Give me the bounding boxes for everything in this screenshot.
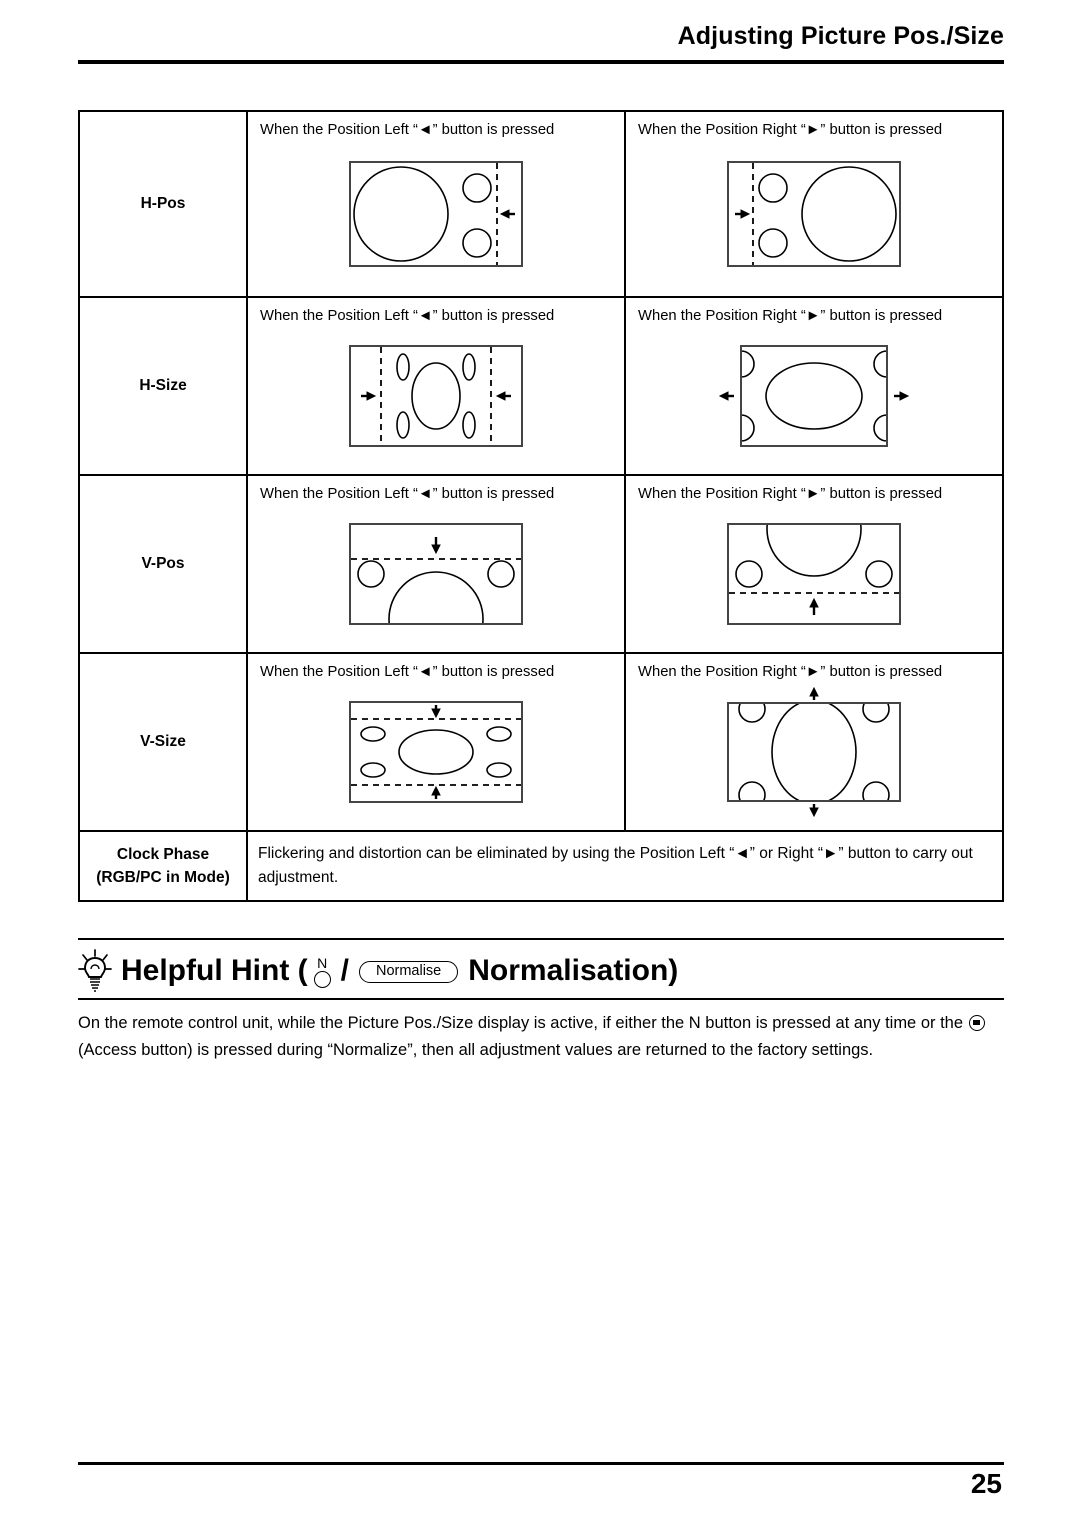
figure-h-size-left	[254, 326, 618, 466]
figure-h-pos-left	[254, 140, 618, 288]
page-header: Adjusting Picture Pos./Size	[78, 22, 1004, 68]
n-button-letter: N	[317, 955, 328, 971]
hint-body-part1: On the remote control unit, while the Pi…	[78, 1014, 968, 1032]
diagram-h-size-left	[349, 344, 523, 447]
table-row-v-pos: V-Pos When the Position Left “◄” button …	[80, 476, 1002, 654]
cell-h-pos-right: When the Position Right “►” button is pr…	[626, 112, 1002, 296]
cell-h-size-right: When the Position Right “►” button is pr…	[626, 298, 1002, 474]
cell-v-pos-right: When the Position Right “►” button is pr…	[626, 476, 1002, 652]
diagram-v-size-right	[727, 686, 901, 817]
hint-title-suffix: Normalisation)	[468, 954, 679, 987]
hint-title-prefix: Helpful Hint (	[121, 954, 308, 987]
hint-divider-top	[78, 938, 1004, 940]
table-row-v-size: V-Size When the Position Left “◄” button…	[80, 654, 1002, 832]
footer-divider	[78, 1462, 1004, 1465]
diagram-h-size-right	[718, 344, 910, 447]
cell-h-pos-left: When the Position Left “◄” button is pre…	[248, 112, 626, 296]
clock-phase-label-line1: Clock Phase	[116, 845, 210, 863]
manual-page: Adjusting Picture Pos./Size H-Pos When t…	[0, 0, 1080, 1528]
table-row-h-size: H-Size When the Position Left “◄” button…	[80, 298, 1002, 476]
figure-v-size-right	[632, 682, 996, 822]
lightbulb-icon	[78, 949, 112, 992]
row-label-h-size: H-Size	[80, 298, 248, 474]
diagram-h-pos-right	[727, 160, 901, 267]
normalise-pill-button: Normalise	[358, 960, 459, 984]
row-label-v-size: V-Size	[80, 654, 248, 830]
figure-v-size-left	[254, 682, 618, 822]
hint-body-part2: (Access button) is pressed during “Norma…	[78, 1040, 874, 1059]
table-row-h-pos: H-Pos When the Position Left “◄” button …	[80, 112, 1002, 298]
figure-h-size-right	[632, 326, 996, 466]
access-button-icon	[968, 1015, 985, 1031]
hint-separator: /	[340, 954, 349, 987]
diagram-v-pos-left	[349, 522, 523, 625]
picture-pos-size-table: H-Pos When the Position Left “◄” button …	[78, 110, 1004, 903]
caption-h-pos-right: When the Position Right “►” button is pr…	[638, 122, 943, 138]
caption-h-size-left: When the Position Left “◄” button is pre…	[260, 308, 555, 324]
diagram-h-pos-left	[349, 160, 523, 267]
header-divider	[78, 60, 1004, 64]
row-label-text: V-Size	[140, 732, 186, 750]
normalise-n-button-icon: N	[313, 955, 331, 988]
caption-h-pos-left: When the Position Left “◄” button is pre…	[260, 122, 555, 138]
cell-v-size-left: When the Position Left “◄” button is pre…	[248, 654, 626, 830]
figure-v-pos-right	[632, 504, 996, 644]
hint-divider-bottom	[78, 998, 1004, 1000]
diagram-v-size-left	[349, 700, 523, 803]
row-label-v-pos: V-Pos	[80, 476, 248, 652]
caption-v-pos-right: When the Position Right “►” button is pr…	[638, 486, 943, 502]
n-button-circle	[313, 971, 331, 988]
caption-h-size-right: When the Position Right “►” button is pr…	[638, 308, 943, 324]
clock-phase-description: Flickering and distortion can be elimina…	[258, 845, 973, 887]
cell-v-pos-left: When the Position Left “◄” button is pre…	[248, 476, 626, 652]
row-label-clock-phase: Clock Phase (RGB/PC in Mode)	[80, 832, 248, 901]
caption-v-size-right: When the Position Right “►” button is pr…	[638, 664, 943, 680]
page-number: 25	[970, 1468, 1002, 1499]
page-title: Adjusting Picture Pos./Size	[677, 22, 1004, 50]
table-row-clock-phase: Clock Phase (RGB/PC in Mode) Flickering …	[80, 832, 1002, 901]
clock-phase-label-line2: (RGB/PC in Mode)	[96, 869, 230, 887]
figure-v-pos-left	[254, 504, 618, 644]
diagram-v-pos-right	[727, 522, 901, 625]
row-label-h-pos: H-Pos	[80, 112, 248, 296]
cell-v-size-right: When the Position Right “►” button is pr…	[626, 654, 1002, 830]
caption-v-pos-left: When the Position Left “◄” button is pre…	[260, 486, 555, 502]
cell-h-size-left: When the Position Left “◄” button is pre…	[248, 298, 626, 474]
caption-v-size-left: When the Position Left “◄” button is pre…	[260, 664, 555, 680]
row-label-text: H-Pos	[140, 194, 186, 212]
helpful-hint-heading: Helpful Hint ( N / Normalise Normalisati…	[78, 946, 1004, 996]
hint-body-paragraph: On the remote control unit, while the Pi…	[78, 1010, 1004, 1063]
hint-title: Helpful Hint ( N / Normalise Normalisati…	[121, 954, 679, 988]
row-label-text: V-Pos	[141, 554, 185, 572]
figure-h-pos-right	[632, 140, 996, 288]
row-label-text: H-Size	[139, 376, 187, 394]
